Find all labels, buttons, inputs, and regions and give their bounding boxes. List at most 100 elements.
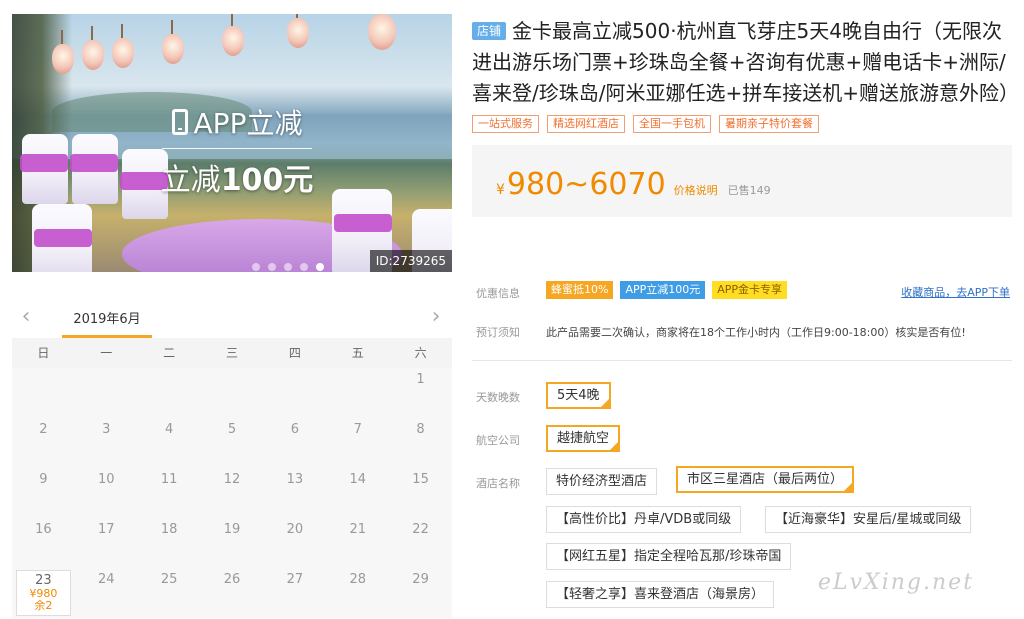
airline-label: 航空公司 <box>476 434 520 447</box>
currency-symbol: ¥ <box>496 182 505 198</box>
sold-count: 已售149 <box>727 184 771 197</box>
weekday-label: 二 <box>163 346 176 360</box>
calendar-day: 22 <box>412 522 429 537</box>
promo-badges: 蜂蜜抵10% APP立减100元 APP金卡专享 <box>546 281 788 299</box>
promo-badge-gold-card: APP金卡专享 <box>712 281 788 299</box>
promo-line1: APP立减 <box>193 107 303 140</box>
chair-sash <box>34 229 92 247</box>
price-note-link[interactable]: 价格说明 <box>674 182 718 198</box>
calendar-day: 7 <box>353 422 362 437</box>
weekday-label: 五 <box>351 346 364 360</box>
lantern-icon <box>52 30 74 74</box>
carousel-dot[interactable] <box>252 263 260 271</box>
calendar-day <box>138 368 201 418</box>
promo-line2-prefix: 立减 <box>160 163 221 198</box>
promo-badge-honey: 蜂蜜抵10% <box>546 281 614 299</box>
days-label: 天数晚数 <box>476 391 520 404</box>
calendar-day: 1 <box>416 372 425 387</box>
calendar-day: 13 <box>286 472 304 487</box>
carousel-dot[interactable] <box>268 263 276 271</box>
hotel-option[interactable]: 特价经济型酒店 <box>546 468 658 495</box>
section-divider <box>472 360 1012 361</box>
product-tag: 全国一手包机 <box>633 115 711 133</box>
product-title: 店铺 金卡最高立减500·杭州直飞芽庄5天4晚自由行（无限次进出游乐场门票+珍珠岛… <box>472 16 1019 109</box>
site-watermark: eLvXing.net <box>818 570 975 595</box>
promo-row: 优惠信息 <box>476 285 546 301</box>
calendar-day <box>201 368 264 418</box>
calendar-day-stock: 余2 <box>34 599 53 612</box>
calendar-day: 3 <box>102 422 111 437</box>
weekday-label: 六 <box>414 346 427 360</box>
date-calendar: ‹ 2019年6月 › 日一二三四五六 1 2 3 4 5 6 7 8 9 10 11 12 13 14 1… <box>12 300 452 618</box>
calendar-month-tab[interactable]: 2019年6月 <box>62 308 152 338</box>
calendar-day-available[interactable]: 23 ¥980 余2 <box>16 570 71 616</box>
chair-sash <box>334 214 392 232</box>
calendar-day <box>75 368 138 418</box>
weekday-label: 四 <box>288 346 301 360</box>
hotel-option[interactable]: 【轻奢之享】喜来登酒店（海景房） <box>546 581 775 608</box>
calendar-day: 26 <box>223 572 241 587</box>
calendar-day: 4 <box>164 422 174 437</box>
product-info: 店铺 金卡最高立减500·杭州直飞芽庄5天4晚自由行（无限次进出游乐场门票+珍珠岛… <box>472 16 1019 217</box>
calendar-day: 16 <box>35 522 52 537</box>
shop-badge: 店铺 <box>472 22 507 40</box>
promo-badge-app-discount: APP立减100元 <box>620 281 706 299</box>
calendar-day: 14 <box>349 472 366 487</box>
calendar-day: 24 <box>98 572 115 587</box>
chair-sash <box>70 154 118 172</box>
chevron-right-icon[interactable]: › <box>426 306 446 328</box>
product-tag: 暑期亲子特价套餐 <box>719 115 819 133</box>
hotel-option[interactable]: 【近海豪华】安星后/星城或同级 <box>765 506 972 533</box>
calendar-day: 11 <box>160 472 178 487</box>
calendar-day: 9 <box>39 472 48 487</box>
airline-option-selected[interactable]: 越捷航空 <box>546 425 621 452</box>
calendar-day <box>263 368 326 418</box>
calendar-days: 1 2 3 4 5 6 7 8 9 10 11 12 13 14 15 16 17 18 19 20 21 22 23 ¥98… <box>12 368 452 618</box>
calendar-day: 8 <box>416 422 425 437</box>
product-tag: 一站式服务 <box>472 115 539 133</box>
hotel-option[interactable]: 【高性价比】丹卓/VDB或同级 <box>546 506 742 533</box>
product-hero-image[interactable]: APP立减 立减100元 ID:2739265 <box>12 14 452 272</box>
calendar-day: 5 <box>227 422 237 437</box>
calendar-day <box>326 368 389 418</box>
carousel-dot-active[interactable] <box>316 263 324 271</box>
weekday-label: 三 <box>225 346 238 360</box>
product-title-text: 金卡最高立减500·杭州直飞芽庄5天4晚自由行（无限次进出游乐场门票+珍珠岛全餐… <box>472 19 1019 105</box>
calendar-day: 19 <box>223 522 241 537</box>
calendar-day: 21 <box>349 522 366 537</box>
hotel-label: 酒店名称 <box>476 477 520 490</box>
lantern-icon <box>82 26 104 70</box>
weekday-label: 一 <box>100 346 113 360</box>
phone-icon <box>171 109 188 135</box>
lantern-icon <box>162 20 184 64</box>
lantern-icon <box>222 14 244 56</box>
promo-label: 优惠信息 <box>476 287 520 300</box>
lantern-icon <box>112 24 134 68</box>
days-option-selected[interactable]: 5天4晚 <box>546 382 611 409</box>
calendar-day: 6 <box>290 422 299 437</box>
carousel-dot[interactable] <box>284 263 292 271</box>
hotel-option[interactable]: 【网红五星】指定全程哈瓦那/珍珠帝国 <box>546 543 792 570</box>
notice-row: 预订须知 <box>476 324 546 340</box>
favorite-link[interactable]: 收藏商品，去APP下单 <box>901 284 1010 300</box>
calendar-day: 15 <box>412 472 429 487</box>
calendar-weekdays: 日一二三四五六 <box>12 338 452 368</box>
lantern-icon <box>368 14 396 50</box>
notice-text: 此产品需要二次确认，商家将在18个工作小时内（工作日9:00-18:00）核实是… <box>546 326 966 339</box>
lantern-icon <box>287 14 309 48</box>
hotel-option-selected[interactable]: 市区三星酒店（最后两位） <box>676 466 855 493</box>
carousel-dots <box>252 263 324 271</box>
chevron-left-icon[interactable]: ‹ <box>16 306 36 328</box>
calendar-day-number: 23 <box>35 573 52 588</box>
notice-label: 预订须知 <box>476 326 520 339</box>
calendar-day: 28 <box>349 572 366 587</box>
promo-divider <box>162 148 312 149</box>
carousel-dot[interactable] <box>300 263 308 271</box>
product-tag: 精选网红酒店 <box>547 115 625 133</box>
calendar-day: 10 <box>98 472 115 487</box>
calendar-day <box>12 368 75 418</box>
weekday-label: 日 <box>37 346 50 360</box>
calendar-day: 18 <box>160 522 178 537</box>
price-box: ¥ 980~6070 价格说明 已售149 <box>472 145 1012 217</box>
chair-sash <box>20 154 68 172</box>
